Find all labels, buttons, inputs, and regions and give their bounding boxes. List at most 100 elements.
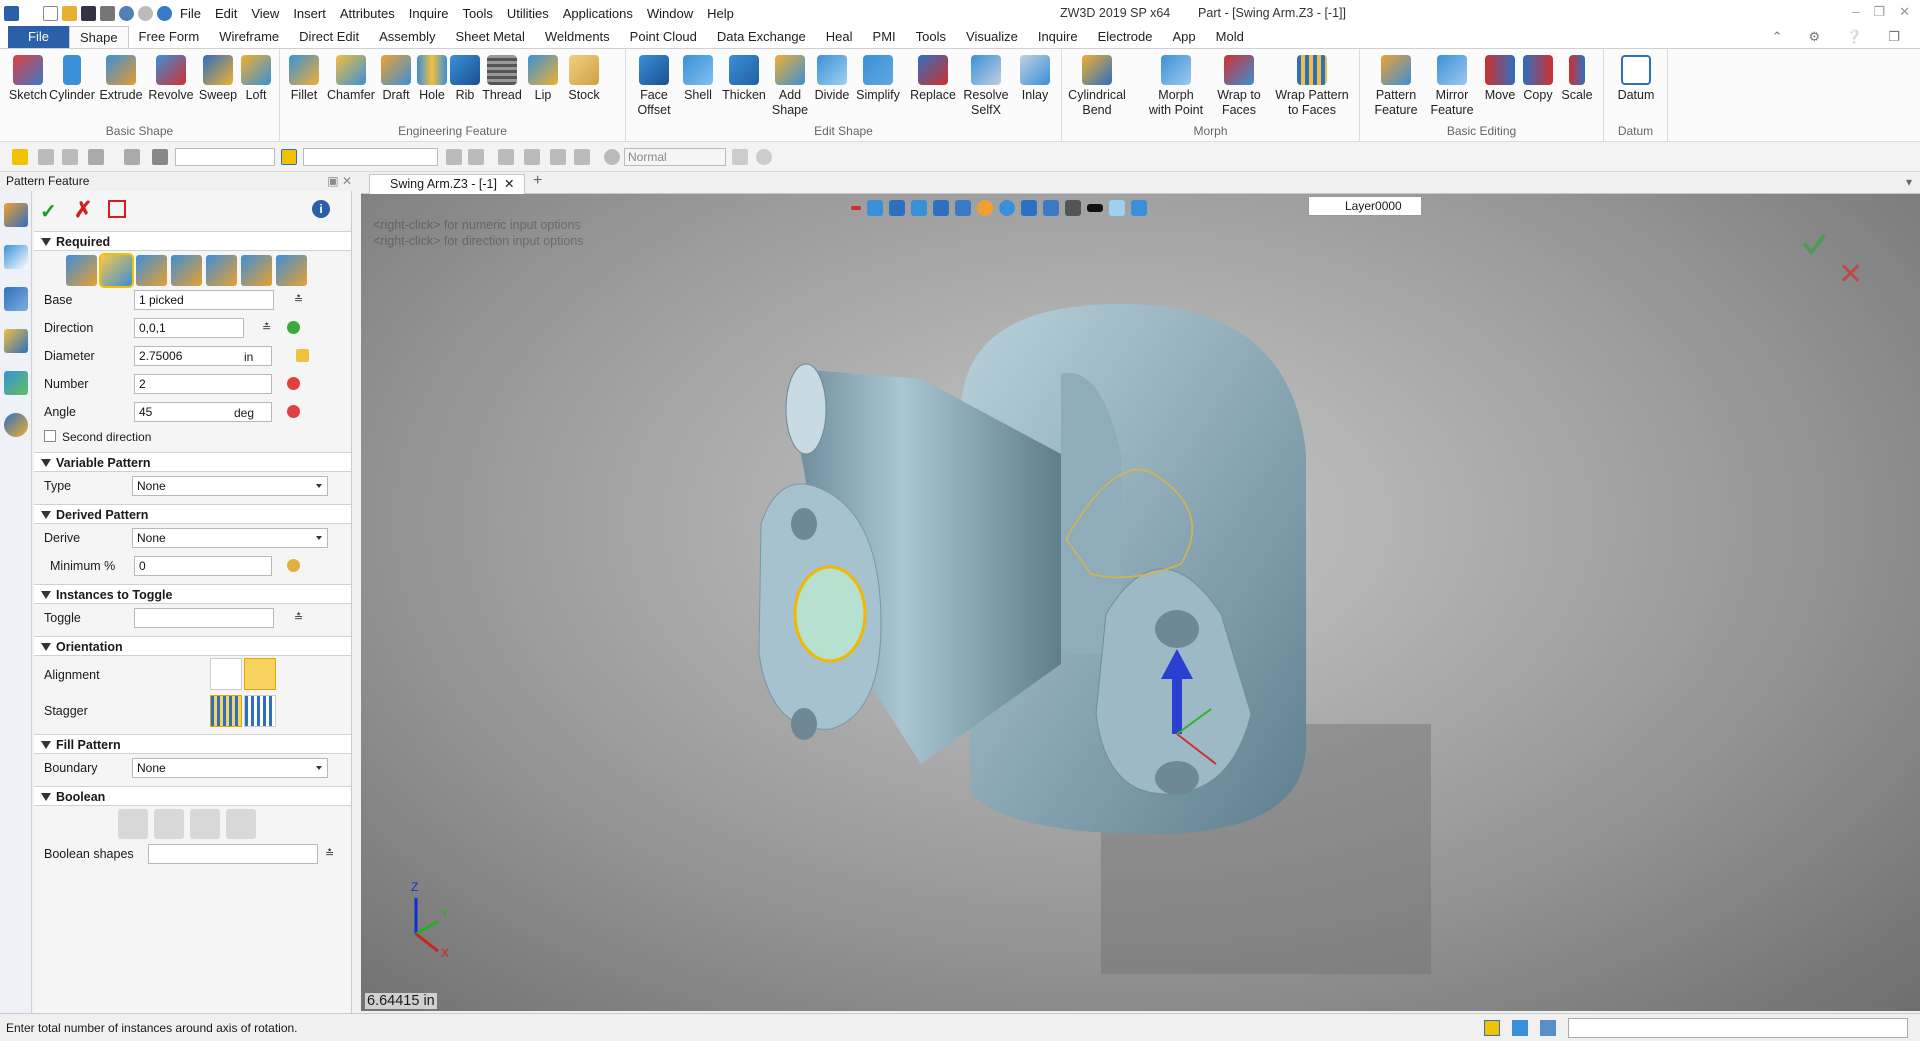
copy-button[interactable]: Copy [1520, 55, 1556, 103]
tab-direct-edit[interactable]: Direct Edit [289, 26, 369, 48]
tab-mold[interactable]: Mold [1206, 26, 1254, 48]
draft-button[interactable]: Draft [378, 55, 414, 103]
section-fill-pattern[interactable]: Fill Pattern [34, 734, 351, 754]
extrude-button[interactable]: Extrude [98, 55, 144, 103]
menu-help[interactable]: Help [707, 6, 734, 21]
help-icon[interactable]: ❔ [1846, 29, 1862, 45]
tab-inquire[interactable]: Inquire [1028, 26, 1088, 48]
ok-icon[interactable]: ✓ [40, 199, 57, 224]
boolean-add-icon[interactable] [154, 809, 184, 839]
menu-inquire[interactable]: Inquire [409, 6, 449, 21]
chamfer-button[interactable]: Chamfer [326, 55, 376, 103]
section-derived-pattern[interactable]: Derived Pattern [34, 504, 351, 524]
new-tab-icon[interactable]: + [533, 172, 542, 190]
linear-pattern-icon[interactable] [66, 255, 97, 286]
table-pattern-icon[interactable] [276, 255, 307, 286]
boundary-select[interactable]: None [132, 758, 328, 778]
open-folder-icon[interactable] [62, 5, 77, 21]
fill-pattern-icon[interactable] [206, 255, 237, 286]
expand-chevron-icon[interactable]: ≛ [294, 293, 303, 306]
tab-point-cloud[interactable]: Point Cloud [620, 26, 707, 48]
tab-shape[interactable]: Shape [68, 26, 129, 48]
snap-grid-icon[interactable] [498, 149, 514, 165]
tab-assembly[interactable]: Assembly [369, 26, 445, 48]
toggle-field[interactable] [134, 608, 274, 628]
pin-close-icon[interactable]: ▣ ✕ [327, 172, 352, 191]
scale-button[interactable]: Scale [1558, 55, 1596, 103]
tab-data-exchange[interactable]: Data Exchange [707, 26, 816, 48]
snap-curves-icon[interactable] [550, 149, 566, 165]
filter-select[interactable] [175, 148, 275, 166]
number-expression-icon[interactable] [287, 377, 300, 390]
rib-button[interactable]: Rib [450, 55, 480, 103]
redo-icon[interactable] [138, 5, 153, 21]
refresh-icon[interactable] [157, 5, 172, 21]
morph-with-point-button[interactable]: Morph with Point [1146, 55, 1206, 118]
part-tab-icon[interactable] [4, 329, 28, 353]
model-flange-hole-bottom[interactable] [791, 708, 817, 740]
close-window-icon[interactable]: ✕ [1899, 4, 1910, 20]
section-boolean[interactable]: Boolean [34, 786, 351, 806]
wrap-pattern-to-faces-button[interactable]: Wrap Pattern to Faces [1274, 55, 1350, 118]
command-input[interactable] [1568, 1018, 1908, 1038]
section-instances-to-toggle[interactable]: Instances to Toggle [34, 584, 351, 604]
direction-field[interactable]: 0,0,1 [134, 318, 244, 338]
revolve-button[interactable]: Revolve [148, 55, 194, 103]
loft-button[interactable]: Loft [238, 55, 274, 103]
stagger-offset-icon[interactable] [244, 695, 276, 727]
apply-icon[interactable] [108, 200, 126, 218]
type-select[interactable]: None [132, 476, 328, 496]
tab-file[interactable]: File [8, 26, 69, 48]
save-icon[interactable] [81, 5, 96, 21]
line-filter-icon[interactable] [62, 149, 78, 165]
menu-tools[interactable]: Tools [463, 6, 493, 21]
align-tangent-icon[interactable] [244, 658, 276, 690]
cursor-icon[interactable] [732, 149, 748, 165]
tab-heal[interactable]: Heal [816, 26, 863, 48]
tab-sheet-metal[interactable]: Sheet Metal [446, 26, 535, 48]
view-tab-icon[interactable] [4, 371, 28, 395]
pick-mode-icon[interactable] [88, 149, 104, 165]
new-file-icon[interactable] [43, 5, 58, 21]
undo-icon[interactable] [119, 5, 134, 21]
second-direction-checkbox[interactable] [44, 430, 56, 442]
wrap-to-faces-button[interactable]: Wrap to Faces [1216, 55, 1262, 118]
tab-wireframe[interactable]: Wireframe [209, 26, 289, 48]
lock-icon[interactable] [296, 349, 309, 362]
history-tab-icon[interactable] [4, 245, 28, 269]
distribute-icon[interactable] [468, 149, 484, 165]
model-bore[interactable] [785, 363, 827, 455]
point-pattern-icon[interactable] [136, 255, 167, 286]
model-flange-right-hole-top[interactable] [1155, 610, 1199, 648]
snap-points-icon[interactable] [524, 149, 540, 165]
pick-filter-icon[interactable] [12, 149, 28, 165]
stagger-none-icon[interactable] [210, 695, 242, 727]
stock-button[interactable]: Stock [564, 55, 604, 103]
minimum-expression-icon[interactable] [287, 559, 300, 572]
menu-view[interactable]: View [251, 6, 279, 21]
info-icon[interactable]: i [312, 200, 330, 218]
selection-select[interactable] [303, 148, 438, 166]
direction-picker-icon[interactable] [287, 321, 300, 334]
snap-icon[interactable] [38, 149, 54, 165]
add-shape-button[interactable]: Add Shape [770, 55, 810, 118]
pick-list-icon[interactable] [281, 149, 297, 165]
status-display-icon[interactable] [1512, 1020, 1528, 1036]
section-orientation[interactable]: Orientation [34, 636, 351, 656]
tab-list-icon[interactable]: ▾ [1906, 175, 1912, 189]
move-button[interactable]: Move [1482, 55, 1518, 103]
ok-confirm-icon[interactable] [1803, 234, 1826, 255]
tab-pmi[interactable]: PMI [863, 26, 906, 48]
render-icon[interactable] [604, 149, 620, 165]
simplify-button[interactable]: Simplify [854, 55, 902, 103]
menu-edit[interactable]: Edit [215, 6, 237, 21]
feature-tab-icon[interactable] [4, 203, 28, 227]
replace-button[interactable]: Replace [910, 55, 956, 103]
tab-weldments[interactable]: Weldments [535, 26, 620, 48]
thicken-button[interactable]: Thicken [720, 55, 768, 103]
assembly-tab-icon[interactable] [4, 287, 28, 311]
base-field[interactable]: 1 picked [134, 290, 274, 310]
model-highlight-edge[interactable] [793, 565, 867, 663]
divide-button[interactable]: Divide [812, 55, 852, 103]
tab-visualize[interactable]: Visualize [956, 26, 1028, 48]
